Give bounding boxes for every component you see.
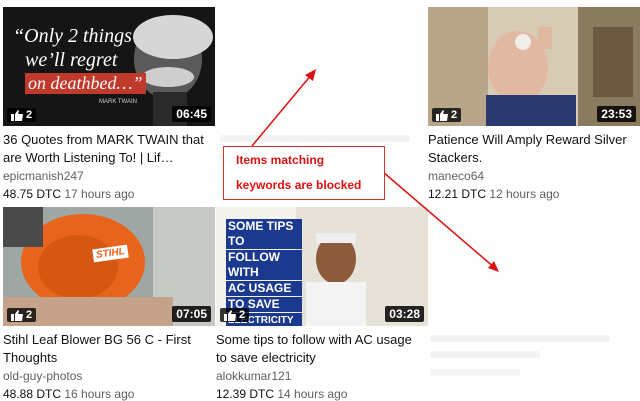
annotation-line2: keywords are blocked <box>236 178 362 192</box>
annotation-arrows <box>251 69 499 272</box>
annotation-line1: Items matching <box>236 153 325 167</box>
annotation-callout: Items matching keywords are blocked <box>223 146 385 200</box>
